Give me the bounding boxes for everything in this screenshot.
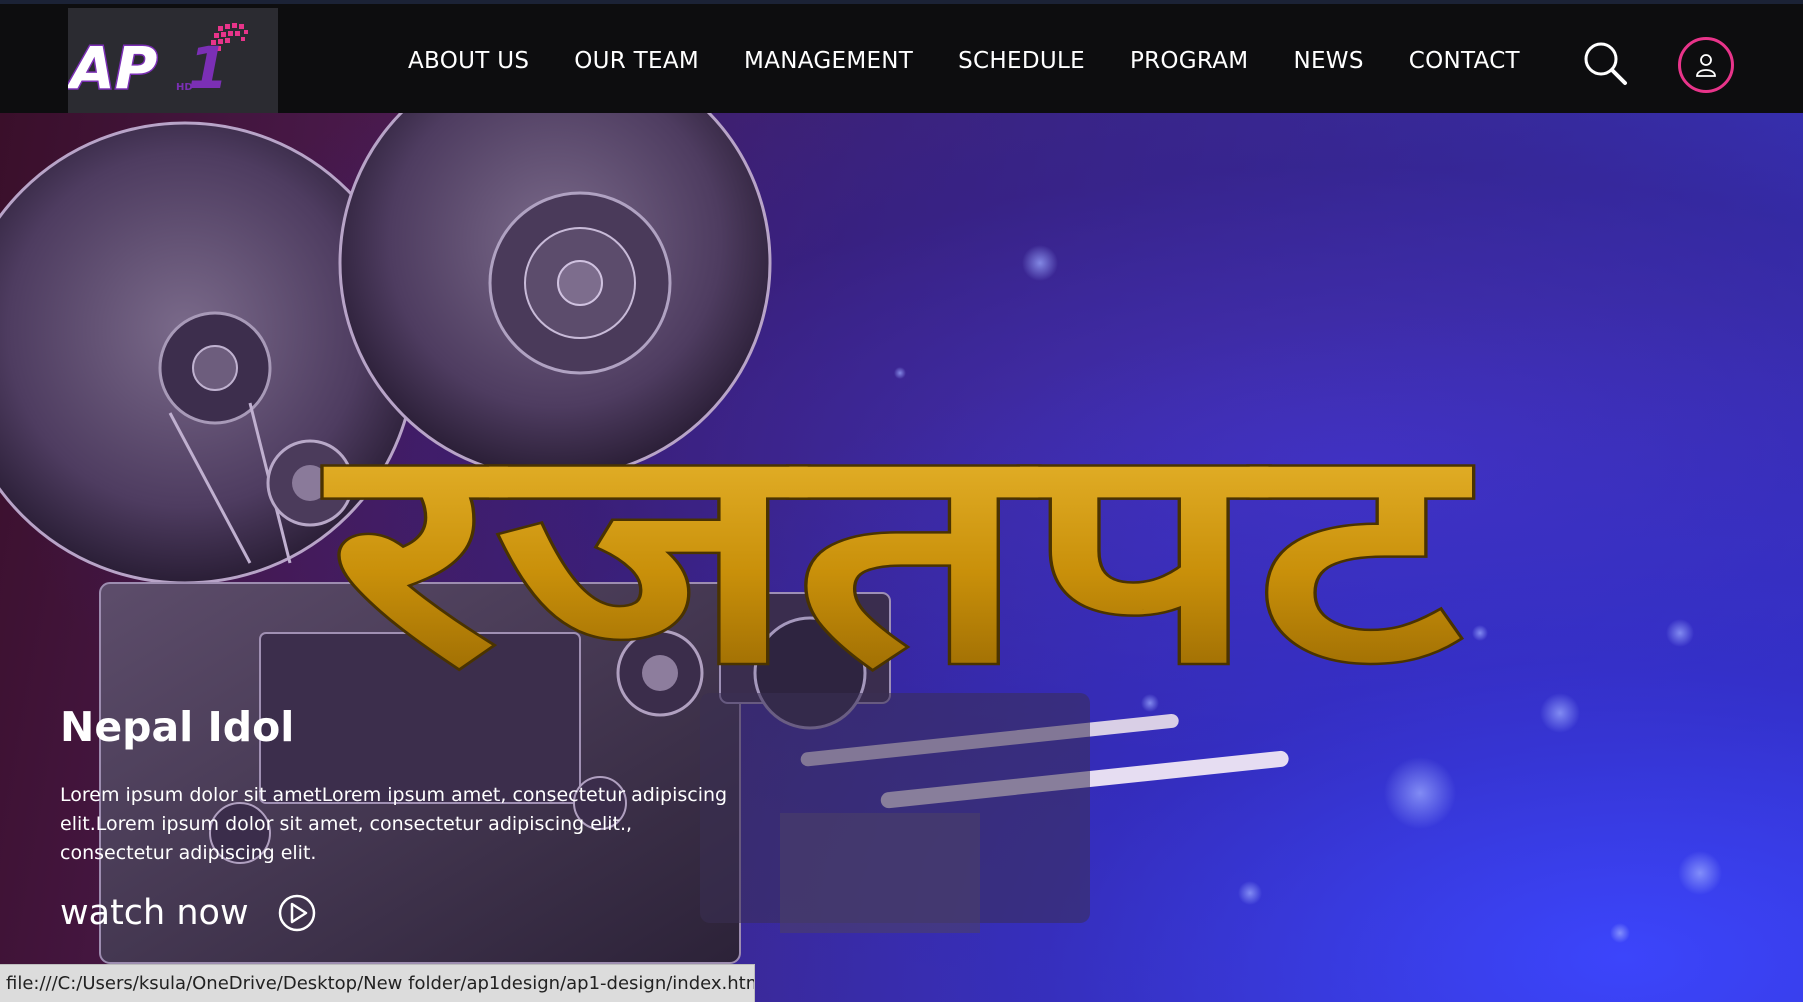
logo-hd-label: HD	[176, 82, 193, 93]
show-description: Lorem ipsum dolor sit ametLorem ipsum am…	[60, 784, 728, 864]
nav-news[interactable]: NEWS	[1293, 48, 1363, 74]
user-icon	[1696, 54, 1716, 77]
main-nav: ABOUT US OUR TEAM MANAGEMENT SCHEDULE PR…	[408, 4, 1565, 117]
brand-logo[interactable]: AP 1 HD	[68, 8, 278, 113]
hero-artwork: रजतपट	[0, 113, 1722, 964]
hero-banner: रजतपट Nepal Idol Lorem ipsum dolor sit a…	[0, 113, 1803, 1002]
svg-text:1: 1	[188, 34, 228, 102]
browser-status-bar-url: file:///C:/Users/ksula/OneDrive/Desktop/…	[0, 964, 755, 1002]
svg-text:AP: AP	[68, 34, 157, 102]
nav-schedule[interactable]: SCHEDULE	[958, 48, 1085, 74]
top-navbar: AP 1 HD ABOUT US OUR TEAM MANAGEMENT SCH…	[0, 4, 1803, 113]
search-icon	[1584, 42, 1627, 85]
nav-our-team[interactable]: OUR TEAM	[574, 48, 699, 74]
artwork-title-text: रजतपट	[324, 380, 1478, 729]
ap1-logo-graphic: AP 1 HD	[68, 23, 248, 104]
nav-contact[interactable]: CONTACT	[1409, 48, 1520, 74]
user-account-button[interactable]	[1678, 37, 1734, 93]
show-title: Nepal Idol	[60, 703, 295, 751]
nav-program[interactable]: PROGRAM	[1130, 48, 1249, 74]
watch-now-label: watch now	[60, 893, 249, 933]
play-circle-icon	[278, 894, 315, 932]
nav-about-us[interactable]: ABOUT US	[408, 48, 529, 74]
nav-management[interactable]: MANAGEMENT	[744, 48, 913, 74]
search-button[interactable]	[1582, 40, 1628, 86]
watch-now-button[interactable]: watch now	[60, 893, 317, 933]
